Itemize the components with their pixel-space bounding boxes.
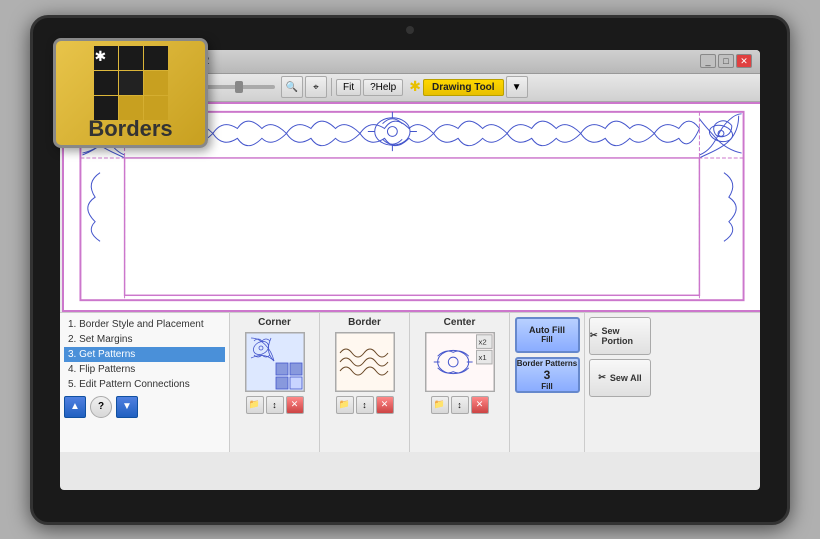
logo-sq-2 [119, 46, 143, 70]
logo-star-icon: ✱ [95, 48, 107, 65]
outer-container: Borders and Corners 42 x 12 _ □ ✕ ↩ ↪ ⌫ … [0, 0, 820, 539]
autofill-label: Auto Fill [529, 325, 565, 335]
step-nav: ▲ ? ▼ [64, 396, 225, 418]
border-patterns-button[interactable]: Border Patterns 3 Fill [515, 357, 580, 393]
border-patterns-label: Border Patterns [517, 359, 577, 368]
step-3[interactable]: 3. Get Patterns [64, 347, 225, 362]
border-thumb [335, 332, 395, 392]
step-prev-button[interactable]: ▲ [64, 396, 86, 418]
drawing-tool-options-button[interactable]: ▼ [506, 76, 528, 98]
logo-sq-6 [144, 71, 168, 95]
step-next-button[interactable]: ▼ [116, 396, 138, 418]
border-patterns-count: 3 [544, 368, 551, 382]
maximize-button[interactable]: □ [718, 54, 734, 68]
minimize-button[interactable]: _ [700, 54, 716, 68]
borders-logo: ✱ Borders [53, 38, 208, 148]
logo-sq-5 [119, 71, 143, 95]
title-buttons: _ □ ✕ [700, 54, 752, 68]
sew-portion-label: Sew Portion [602, 326, 650, 346]
logo-sq-8 [119, 96, 143, 120]
center-section: Center [410, 313, 510, 452]
center-move-button[interactable]: ↕ [451, 396, 469, 414]
step-2[interactable]: 2. Set Margins [64, 332, 225, 347]
sew-all-icon: ✂ [598, 372, 606, 383]
toolbar-separator-2 [331, 78, 332, 96]
center-browse-button[interactable]: 📁 [431, 396, 449, 414]
help-button[interactable]: ?Help [363, 79, 403, 96]
center-title: Center [444, 317, 476, 328]
sew-all-label: Sew All [610, 373, 642, 383]
border-title: Border [348, 317, 381, 328]
corner-actions: 📁 ↕ ✕ [246, 396, 304, 414]
step-help-button[interactable]: ? [90, 396, 112, 418]
sew-panel: ✂ Sew Portion ✂ Sew All [585, 313, 655, 452]
corner-move-button[interactable]: ↕ [266, 396, 284, 414]
center-thumb: x2 x1 [425, 332, 495, 392]
corner-thumb [245, 332, 305, 392]
autofill-button[interactable]: Auto Fill Fill [515, 317, 580, 353]
zoom-search-button[interactable]: ⌖ [305, 76, 327, 98]
sew-portion-button[interactable]: ✂ Sew Portion [589, 317, 651, 355]
svg-text:x2: x2 [478, 337, 486, 346]
border-move-button[interactable]: ↕ [356, 396, 374, 414]
corner-browse-button[interactable]: 📁 [246, 396, 264, 414]
fit-button[interactable]: Fit [336, 79, 361, 96]
autofill-panel: Auto Fill Fill Border Patterns 3 Fill [510, 313, 585, 452]
center-actions: 📁 ↕ ✕ [431, 396, 489, 414]
borders-logo-icon: ✱ [91, 44, 171, 114]
zoom-in-button[interactable]: 🔍 [281, 76, 303, 98]
bottom-panel: 1. Border Style and Placement 2. Set Mar… [60, 312, 760, 452]
border-browse-button[interactable]: 📁 [336, 396, 354, 414]
step-1[interactable]: 1. Border Style and Placement [64, 317, 225, 332]
steps-panel: 1. Border Style and Placement 2. Set Mar… [60, 313, 230, 452]
border-patterns-sub: Fill [541, 382, 553, 391]
close-button[interactable]: ✕ [736, 54, 752, 68]
svg-text:x1: x1 [478, 353, 486, 362]
logo-sq-4 [94, 71, 118, 95]
border-delete-button[interactable]: ✕ [376, 396, 394, 414]
logo-sq-7 [94, 96, 118, 120]
zoom-slider-thumb[interactable] [235, 81, 243, 93]
corner-title: Corner [258, 317, 291, 328]
sew-all-button[interactable]: ✂ Sew All [589, 359, 651, 397]
center-delete-button[interactable]: ✕ [471, 396, 489, 414]
step-4[interactable]: 4. Flip Patterns [64, 362, 225, 377]
device-frame: Borders and Corners 42 x 12 _ □ ✕ ↩ ↪ ⌫ … [30, 15, 790, 525]
autofill-sub: Fill [541, 335, 553, 344]
sew-portion-icon: ✂ [590, 330, 598, 341]
step-5[interactable]: 5. Edit Pattern Connections [64, 377, 225, 392]
border-actions: 📁 ↕ ✕ [336, 396, 394, 414]
logo-sq-3 [144, 46, 168, 70]
logo-sq-9 [144, 96, 168, 120]
drawing-tool-button[interactable]: Drawing Tool [423, 79, 504, 96]
device-camera [406, 26, 414, 34]
corner-delete-button[interactable]: ✕ [286, 396, 304, 414]
corner-section: Corner [230, 313, 320, 452]
border-section: Border 📁 [320, 313, 410, 452]
